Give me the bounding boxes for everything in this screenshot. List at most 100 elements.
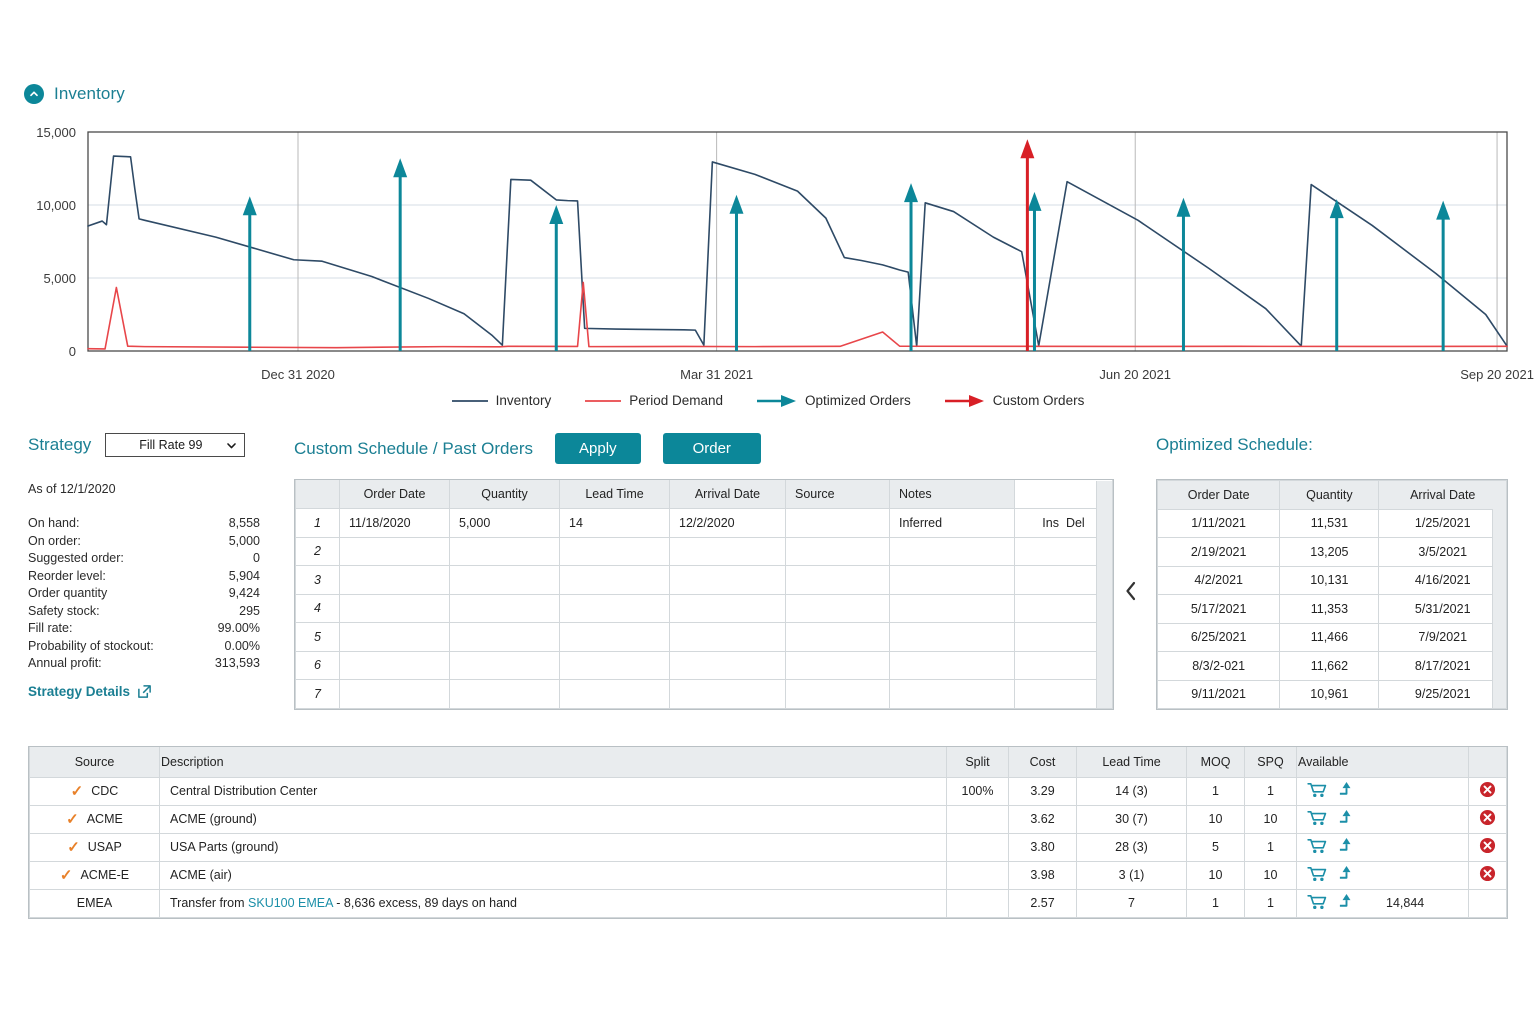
chevron-left-icon[interactable]	[1124, 580, 1138, 606]
custom-order-marker[interactable]	[1020, 139, 1034, 351]
transfer-up-icon[interactable]	[1338, 809, 1355, 829]
notes-cell[interactable]	[890, 623, 1015, 652]
order-date-cell[interactable]	[340, 566, 450, 595]
order-date-cell[interactable]	[340, 594, 450, 623]
quantity-cell[interactable]: 5,000	[450, 509, 560, 538]
quantity-cell[interactable]	[450, 594, 560, 623]
check-icon[interactable]: ✓	[67, 840, 80, 855]
shopping-cart-icon[interactable]	[1307, 810, 1327, 829]
notes-cell[interactable]	[890, 680, 1015, 709]
optimized-schedule-scrollbar[interactable]	[1492, 509, 1506, 708]
table-row[interactable]: 9/11/202110,9619/25/2021	[1158, 680, 1507, 709]
shopping-cart-icon[interactable]	[1307, 866, 1327, 885]
table-row[interactable]: 4/2/202110,1314/16/2021	[1158, 566, 1507, 595]
table-row[interactable]: 7	[296, 680, 1113, 709]
order-date-cell[interactable]	[340, 537, 450, 566]
table-row[interactable]: 2/19/202113,2053/5/2021	[1158, 538, 1507, 567]
source-cell[interactable]: ✓USAP	[30, 833, 160, 861]
lead-time-cell[interactable]	[560, 566, 670, 595]
transfer-up-icon[interactable]	[1338, 837, 1355, 857]
table-row[interactable]: 6/25/202111,4667/9/2021	[1158, 623, 1507, 652]
quantity-cell[interactable]	[450, 566, 560, 595]
lead-time-cell[interactable]	[560, 594, 670, 623]
table-row[interactable]: 5/17/202111,3535/31/2021	[1158, 595, 1507, 624]
source-cell[interactable]: EMEA	[30, 889, 160, 917]
order-date-cell[interactable]	[340, 651, 450, 680]
table-row[interactable]: 6	[296, 651, 1113, 680]
table-row[interactable]: 4	[296, 594, 1113, 623]
lead-time-cell[interactable]: 14	[560, 509, 670, 538]
shopping-cart-icon[interactable]	[1307, 838, 1327, 857]
table-row[interactable]: 3	[296, 566, 1113, 595]
source-cell[interactable]: ✓ACME	[30, 805, 160, 833]
check-icon[interactable]: ✓	[66, 812, 79, 827]
delete-row-button[interactable]: Del	[1066, 516, 1085, 530]
chevron-up-icon[interactable]	[24, 84, 44, 104]
arrival-date-cell[interactable]	[670, 566, 786, 595]
apply-button[interactable]: Apply	[555, 433, 641, 464]
source-cell[interactable]	[786, 566, 890, 595]
custom-schedule-scrollbar[interactable]	[1096, 481, 1112, 708]
table-row[interactable]: 111/18/20205,0001412/2/2020InferredIns D…	[296, 509, 1113, 538]
source-cell[interactable]	[786, 509, 890, 538]
quantity-cell[interactable]	[450, 651, 560, 680]
notes-cell[interactable]	[890, 566, 1015, 595]
lead-time-cell[interactable]	[560, 651, 670, 680]
table-row[interactable]: 5	[296, 623, 1113, 652]
table-row[interactable]: 2	[296, 537, 1113, 566]
source-cell[interactable]	[786, 680, 890, 709]
table-row[interactable]: ✓ACMEACME (ground)3.6230 (7)1010	[30, 805, 1507, 833]
quantity-cell[interactable]	[450, 537, 560, 566]
shopping-cart-icon[interactable]	[1307, 782, 1327, 801]
source-cell[interactable]: ✓ACME-E	[30, 861, 160, 889]
source-cell[interactable]	[786, 651, 890, 680]
notes-cell[interactable]: Inferred	[890, 509, 1015, 538]
optimized-order-marker[interactable]	[729, 195, 743, 351]
optimized-order-marker[interactable]	[393, 158, 407, 351]
table-row[interactable]: EMEATransfer from SKU100 EMEA - 8,636 ex…	[30, 889, 1507, 917]
optimized-order-marker[interactable]	[243, 196, 257, 351]
sku-link[interactable]: SKU100 EMEA	[248, 896, 333, 910]
table-row[interactable]: ✓ACME-EACME (air)3.983 (1)1010	[30, 861, 1507, 889]
order-date-cell[interactable]: 11/18/2020	[340, 509, 450, 538]
insert-row-button[interactable]: Ins	[1042, 516, 1059, 530]
order-date-cell[interactable]	[340, 623, 450, 652]
lead-time-cell[interactable]	[560, 537, 670, 566]
order-date-cell[interactable]	[340, 680, 450, 709]
order-button[interactable]: Order	[663, 433, 761, 464]
arrival-date-cell[interactable]	[670, 537, 786, 566]
lead-time-cell[interactable]	[560, 623, 670, 652]
optimized-order-marker[interactable]	[1330, 199, 1344, 351]
arrival-date-cell[interactable]	[670, 651, 786, 680]
optimized-order-marker[interactable]	[1027, 192, 1041, 351]
check-icon[interactable]: ✓	[60, 868, 73, 883]
remove-source-button[interactable]	[1479, 781, 1496, 798]
arrival-date-cell[interactable]: 12/2/2020	[670, 509, 786, 538]
remove-source-button[interactable]	[1479, 809, 1496, 826]
source-cell[interactable]	[786, 594, 890, 623]
quantity-cell[interactable]	[450, 623, 560, 652]
arrival-date-cell[interactable]	[670, 680, 786, 709]
transfer-up-icon[interactable]	[1338, 865, 1355, 885]
lead-time-cell[interactable]	[560, 680, 670, 709]
remove-source-button[interactable]	[1479, 837, 1496, 854]
notes-cell[interactable]	[890, 537, 1015, 566]
table-row[interactable]: 1/11/202111,5311/25/2021	[1158, 509, 1507, 538]
table-row[interactable]: ✓USAPUSA Parts (ground)3.8028 (3)51	[30, 833, 1507, 861]
arrival-date-cell[interactable]	[670, 594, 786, 623]
shopping-cart-icon[interactable]	[1307, 894, 1327, 913]
source-cell[interactable]	[786, 623, 890, 652]
optimized-order-marker[interactable]	[904, 183, 918, 351]
remove-source-button[interactable]	[1479, 865, 1496, 882]
strategy-details-link[interactable]: Strategy Details	[28, 684, 152, 699]
notes-cell[interactable]	[890, 651, 1015, 680]
strategy-select[interactable]: Fill Rate 99	[105, 433, 245, 457]
check-icon[interactable]: ✓	[71, 784, 84, 799]
notes-cell[interactable]	[890, 594, 1015, 623]
transfer-up-icon[interactable]	[1338, 893, 1355, 913]
table-row[interactable]: 8/3/2-02111,6628/17/2021	[1158, 652, 1507, 681]
source-cell[interactable]: ✓CDC	[30, 777, 160, 805]
optimized-order-marker[interactable]	[1176, 198, 1190, 351]
arrival-date-cell[interactable]	[670, 623, 786, 652]
transfer-up-icon[interactable]	[1338, 781, 1355, 801]
